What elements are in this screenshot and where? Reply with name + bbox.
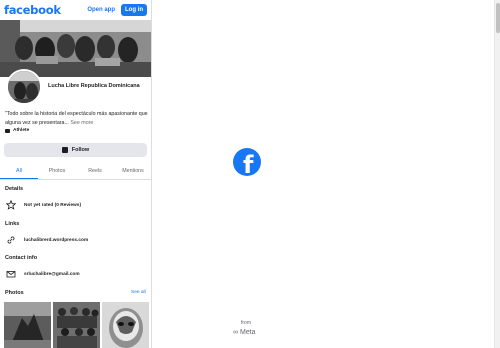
facebook-icon bbox=[61, 147, 68, 153]
photo-thumbnail[interactable] bbox=[4, 302, 51, 348]
details-heading: Details bbox=[5, 186, 24, 192]
see-all-photos-link[interactable]: See all bbox=[131, 290, 146, 295]
meta-logo: ∞ Meta bbox=[233, 329, 256, 336]
meta-label: Meta bbox=[240, 329, 256, 336]
open-app-link[interactable]: Open app bbox=[87, 7, 115, 13]
tab-reels[interactable]: Reels bbox=[76, 163, 114, 179]
scrollbar-thumb[interactable] bbox=[496, 3, 500, 33]
tab-all[interactable]: All bbox=[0, 163, 38, 179]
tab-photos[interactable]: Photos bbox=[38, 163, 76, 179]
email-row[interactable]: srluchalibre@gmail.com bbox=[6, 269, 80, 279]
envelope-icon bbox=[6, 271, 16, 278]
photo-thumbnail[interactable] bbox=[53, 302, 100, 348]
meta-infinity-icon: ∞ bbox=[233, 329, 238, 336]
photo-grid bbox=[4, 302, 149, 348]
star-icon bbox=[6, 200, 16, 210]
category-label: Athlete bbox=[13, 128, 30, 133]
briefcase-icon bbox=[5, 128, 10, 133]
top-bar: facebook Open app Log in bbox=[0, 0, 151, 20]
facebook-logo[interactable]: facebook bbox=[4, 3, 61, 17]
page-scrollbar[interactable] bbox=[494, 0, 500, 348]
photos-heading: Photos bbox=[5, 290, 24, 296]
login-button[interactable]: Log in bbox=[121, 4, 147, 16]
website-row[interactable]: luchalibrerd.wordpress.com bbox=[6, 235, 88, 245]
facebook-logo-icon: f bbox=[233, 148, 261, 179]
website-link[interactable]: luchalibrerd.wordpress.com bbox=[24, 238, 88, 243]
profile-avatar[interactable] bbox=[6, 69, 42, 105]
email-link[interactable]: srluchalibre@gmail.com bbox=[24, 272, 80, 277]
links-heading: Links bbox=[5, 221, 20, 227]
page-bio: "Todo sobre la historia del espectáculo … bbox=[5, 110, 150, 127]
page-title: Lucha Libre Republica Dominicana bbox=[48, 83, 140, 89]
link-icon bbox=[7, 236, 15, 244]
see-more-link[interactable]: See more bbox=[70, 120, 93, 126]
profile-tabs: All Photos Reels Mentions bbox=[0, 163, 151, 180]
rating-text: Not yet rated (0 Reviews) bbox=[24, 202, 82, 208]
photo-thumbnail[interactable] bbox=[102, 302, 149, 348]
follow-button[interactable]: Follow bbox=[4, 143, 147, 157]
rating-row: Not yet rated (0 Reviews) bbox=[6, 200, 81, 210]
profile-column: facebook Open app Log in Lucha Libre Rep… bbox=[0, 0, 152, 348]
follow-label: Follow bbox=[71, 147, 90, 153]
contact-heading: Contact info bbox=[5, 255, 38, 261]
tab-mentions[interactable]: Mentions bbox=[114, 163, 151, 179]
from-label: from bbox=[241, 320, 251, 326]
page-category: Athlete bbox=[5, 128, 29, 133]
